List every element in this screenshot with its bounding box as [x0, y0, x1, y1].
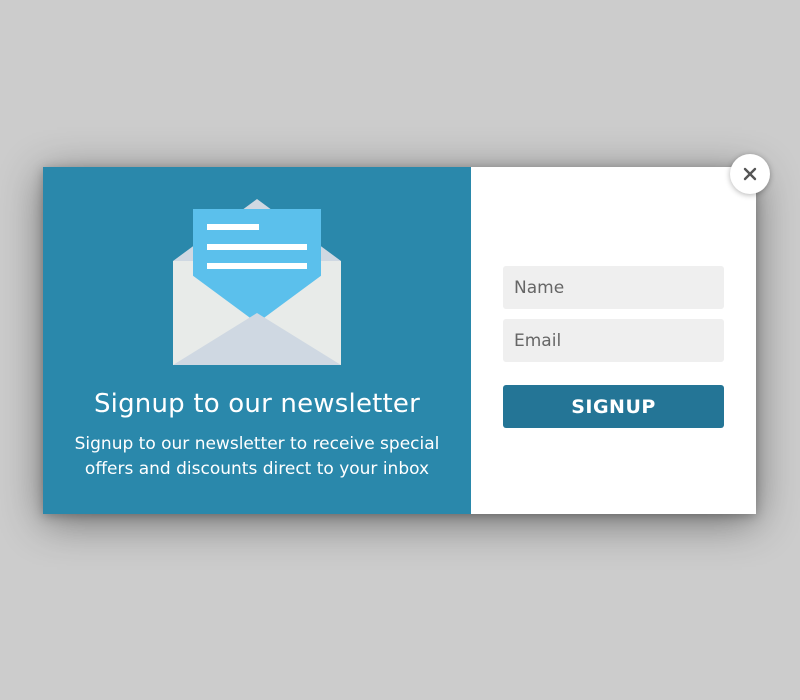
newsletter-promo-panel: Signup to our newsletter Signup to our n…	[43, 167, 471, 514]
newsletter-modal: Signup to our newsletter Signup to our n…	[43, 167, 756, 514]
name-field[interactable]	[503, 266, 724, 309]
signup-button[interactable]: SIGNUP	[503, 385, 724, 428]
open-envelope-icon	[173, 199, 341, 365]
email-field[interactable]	[503, 319, 724, 362]
signup-form: SIGNUP	[471, 167, 756, 514]
close-button[interactable]	[730, 154, 770, 194]
newsletter-description: Signup to our newsletter to receive spec…	[74, 434, 440, 479]
newsletter-title: Signup to our newsletter	[93, 389, 421, 419]
close-icon	[743, 167, 757, 181]
